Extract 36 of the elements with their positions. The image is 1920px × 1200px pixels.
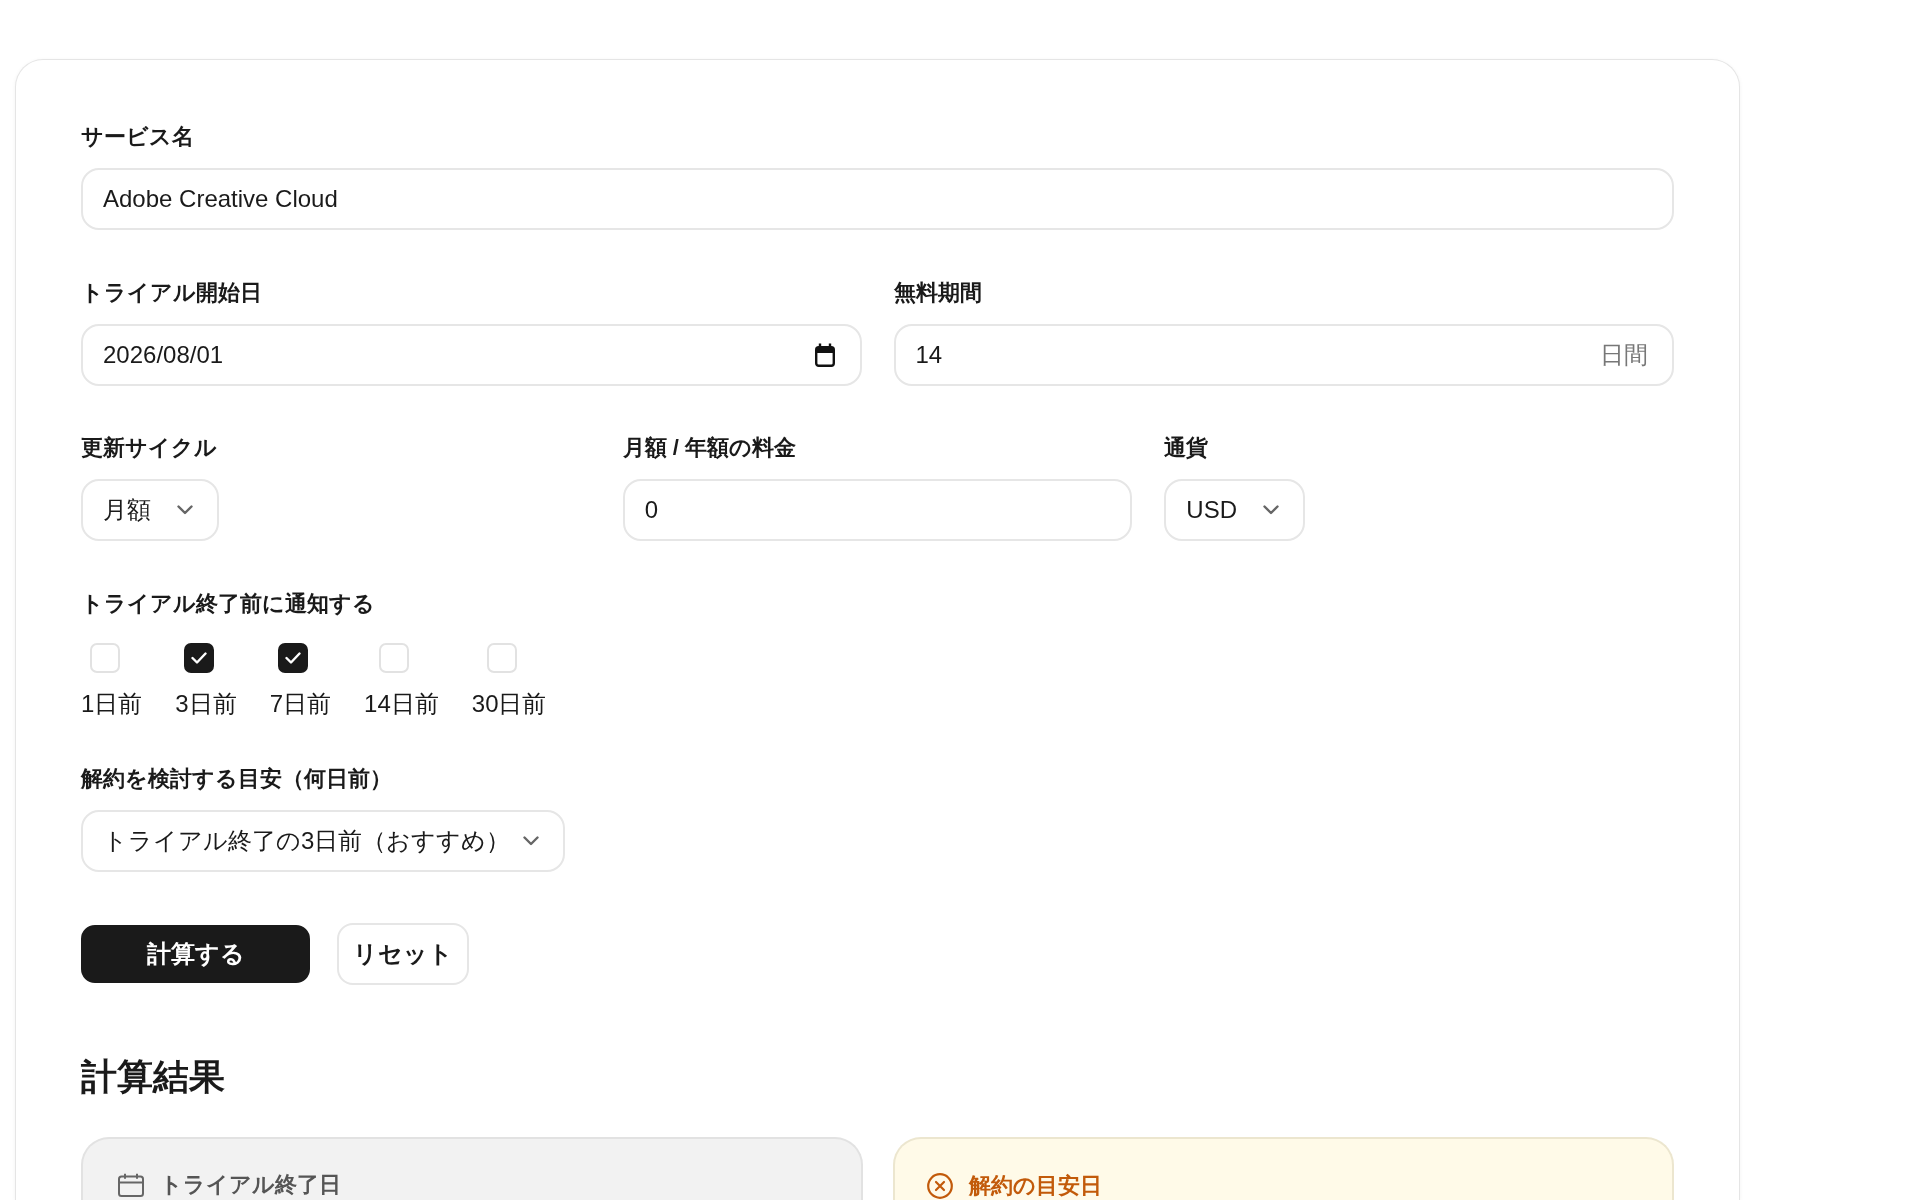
calculate-button[interactable]: 計算する bbox=[81, 925, 310, 983]
circle-x-icon bbox=[926, 1173, 953, 1199]
field-label: 無料期間 bbox=[893, 279, 983, 307]
dropdown[interactable]: USD bbox=[1164, 479, 1306, 541]
number-input[interactable]: 14 日間 bbox=[893, 324, 1674, 386]
checkbox[interactable] bbox=[278, 643, 309, 673]
dropdown[interactable]: トライアル終了の3日前（おすすめ） bbox=[81, 810, 565, 872]
field-label: 通貨 bbox=[1164, 434, 1209, 462]
field-label: 更新サイクル bbox=[81, 434, 217, 462]
checkbox[interactable] bbox=[184, 643, 215, 673]
text-input[interactable]: Adobe Creative Cloud bbox=[81, 168, 1674, 230]
checkbox-label[interactable]: 3日前 bbox=[175, 687, 237, 721]
section-heading: 計算結果 bbox=[81, 1055, 226, 1099]
number-input[interactable]: 0 bbox=[622, 479, 1133, 541]
field-label: 解約を検討する目安（何日前） bbox=[81, 765, 392, 793]
reset-button[interactable]: リセット bbox=[337, 923, 469, 985]
field-label: トライアル終了前に通知する bbox=[81, 590, 376, 618]
checkbox-label[interactable]: 30日前 bbox=[471, 687, 547, 721]
field-label: トライアル開始日 bbox=[81, 279, 263, 307]
chevron-down-icon bbox=[177, 505, 193, 515]
calendar-icon bbox=[118, 1173, 144, 1197]
chevron-down-icon bbox=[523, 836, 539, 846]
unit-text: 日間 bbox=[1600, 340, 1648, 370]
checkbox-label[interactable]: 14日前 bbox=[364, 687, 439, 721]
field-label: サービス名 bbox=[81, 123, 195, 151]
dropdown[interactable]: 月額 bbox=[81, 479, 219, 541]
checkbox-label[interactable]: 7日前 bbox=[269, 687, 332, 721]
checkmark-icon bbox=[285, 652, 302, 664]
calendar-icon[interactable] bbox=[813, 343, 836, 367]
checkbox-label[interactable]: 1日前 bbox=[81, 687, 143, 721]
chevron-down-icon bbox=[1263, 505, 1280, 515]
result-label: トライアル終了日 bbox=[160, 1173, 341, 1197]
result-label: 解約の目安日 bbox=[968, 1174, 1102, 1198]
field-label: 月額 / 年額の料金 bbox=[622, 434, 797, 462]
date-input[interactable]: 2026/08/01 bbox=[81, 324, 862, 386]
checkmark-icon bbox=[191, 652, 208, 664]
